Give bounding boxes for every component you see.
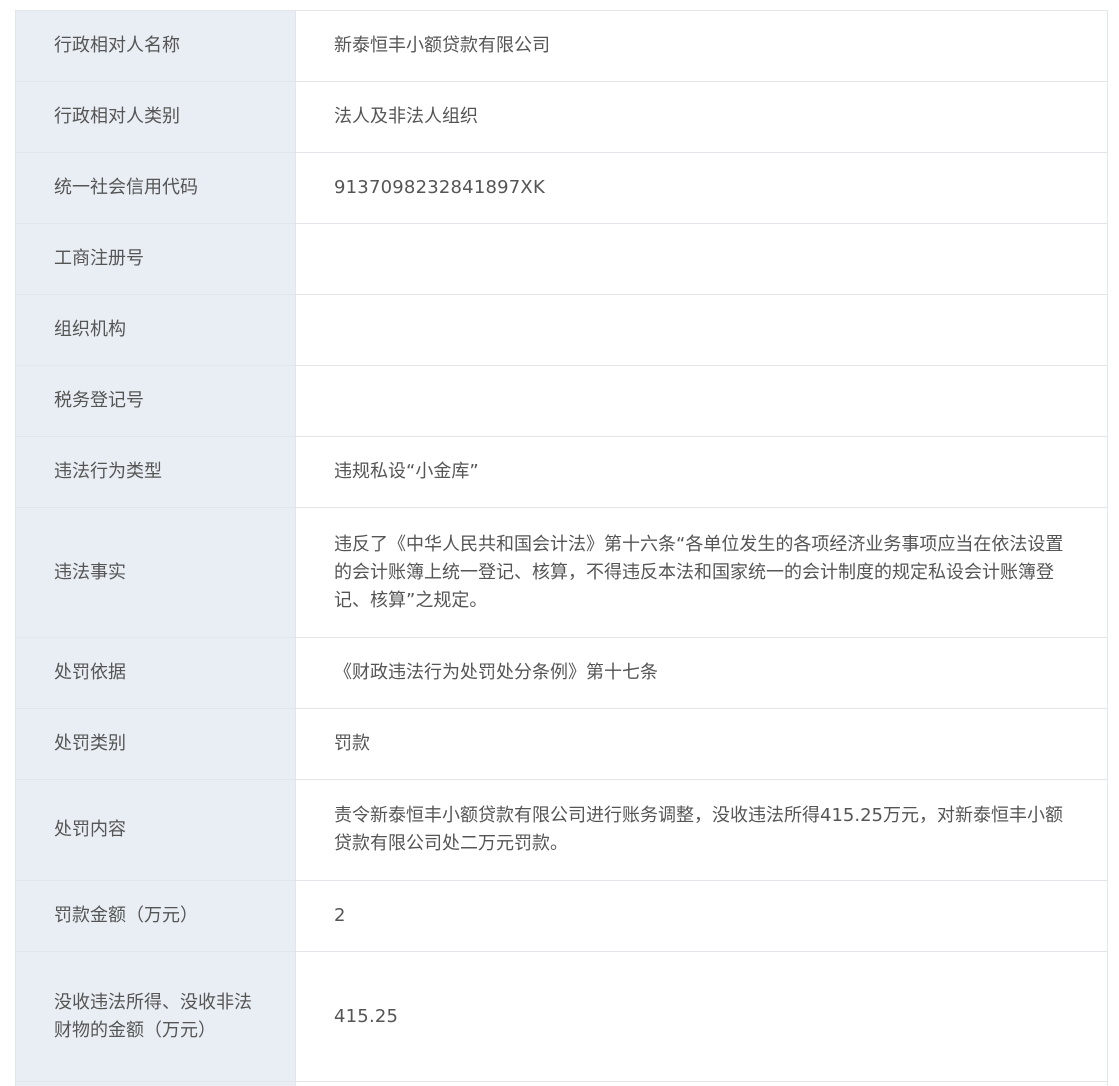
table-row: 处罚依据 《财政违法行为处罚处分条例》第十七条: [15, 637, 1108, 709]
row-value-penalty-category: 罚款: [295, 708, 1108, 780]
table-row: 罚款金额（万元） 2: [15, 880, 1108, 952]
penalty-detail-table: 行政相对人名称 新泰恒丰小额贷款有限公司 行政相对人类别 法人及非法人组织 统一…: [15, 10, 1108, 1086]
table-row: 组织机构: [15, 294, 1108, 366]
row-value-party-category: 法人及非法人组织: [295, 81, 1108, 153]
table-row: 行政相对人名称 新泰恒丰小额贷款有限公司: [15, 10, 1108, 82]
row-label-credit-code: 统一社会信用代码: [15, 152, 296, 224]
row-label-penalty-basis: 处罚依据: [15, 637, 296, 709]
row-label-tax-registration: 税务登记号: [15, 365, 296, 437]
row-label-organization: 组织机构: [15, 294, 296, 366]
row-value-party-name: 新泰恒丰小额贷款有限公司: [295, 10, 1108, 82]
table-row: 处罚内容 责令新泰恒丰小额贷款有限公司进行账务调整，没收违法所得415.25万元…: [15, 779, 1108, 881]
table-row: 违法行为类型 违规私设“小金库”: [15, 436, 1108, 508]
row-label-party-category: 行政相对人类别: [15, 81, 296, 153]
table-row: [15, 1081, 1108, 1086]
row-value-credit-code: 9137098232841897XK: [295, 152, 1108, 224]
table-row: 处罚类别 罚款: [15, 708, 1108, 780]
row-value-tax-registration: [295, 365, 1108, 437]
row-label-fine-amount: 罚款金额（万元）: [15, 880, 296, 952]
table-row: 违法事实 违反了《中华人民共和国会计法》第十六条“各单位发生的各项经济业务事项应…: [15, 507, 1108, 638]
table-row: 工商注册号: [15, 223, 1108, 295]
table-row: 税务登记号: [15, 365, 1108, 437]
table-row: 没收违法所得、没收非法财物的金额（万元） 415.25: [15, 951, 1108, 1082]
row-value-business-registration: [295, 223, 1108, 295]
row-value-violation-facts: 违反了《中华人民共和国会计法》第十六条“各单位发生的各项经济业务事项应当在依法设…: [295, 507, 1108, 638]
row-value-confiscated-amount: 415.25: [295, 951, 1108, 1082]
row-value-violation-type: 违规私设“小金库”: [295, 436, 1108, 508]
row-label-penalty-category: 处罚类别: [15, 708, 296, 780]
row-value-penalty-content: 责令新泰恒丰小额贷款有限公司进行账务调整，没收违法所得415.25万元，对新泰恒…: [295, 779, 1108, 881]
row-label-confiscated-amount: 没收违法所得、没收非法财物的金额（万元）: [15, 951, 296, 1082]
detail-page: 行政相对人名称 新泰恒丰小额贷款有限公司 行政相对人类别 法人及非法人组织 统一…: [0, 0, 1119, 1086]
table-row: 行政相对人类别 法人及非法人组织: [15, 81, 1108, 153]
row-label-party-name: 行政相对人名称: [15, 10, 296, 82]
row-label-business-registration: 工商注册号: [15, 223, 296, 295]
row-label-penalty-content: 处罚内容: [15, 779, 296, 881]
row-label-next: [15, 1081, 296, 1086]
row-label-violation-type: 违法行为类型: [15, 436, 296, 508]
table-row: 统一社会信用代码 9137098232841897XK: [15, 152, 1108, 224]
row-value-penalty-basis: 《财政违法行为处罚处分条例》第十七条: [295, 637, 1108, 709]
row-value-next: [295, 1081, 1108, 1086]
row-value-organization: [295, 294, 1108, 366]
row-value-fine-amount: 2: [295, 880, 1108, 952]
row-label-violation-facts: 违法事实: [15, 507, 296, 638]
